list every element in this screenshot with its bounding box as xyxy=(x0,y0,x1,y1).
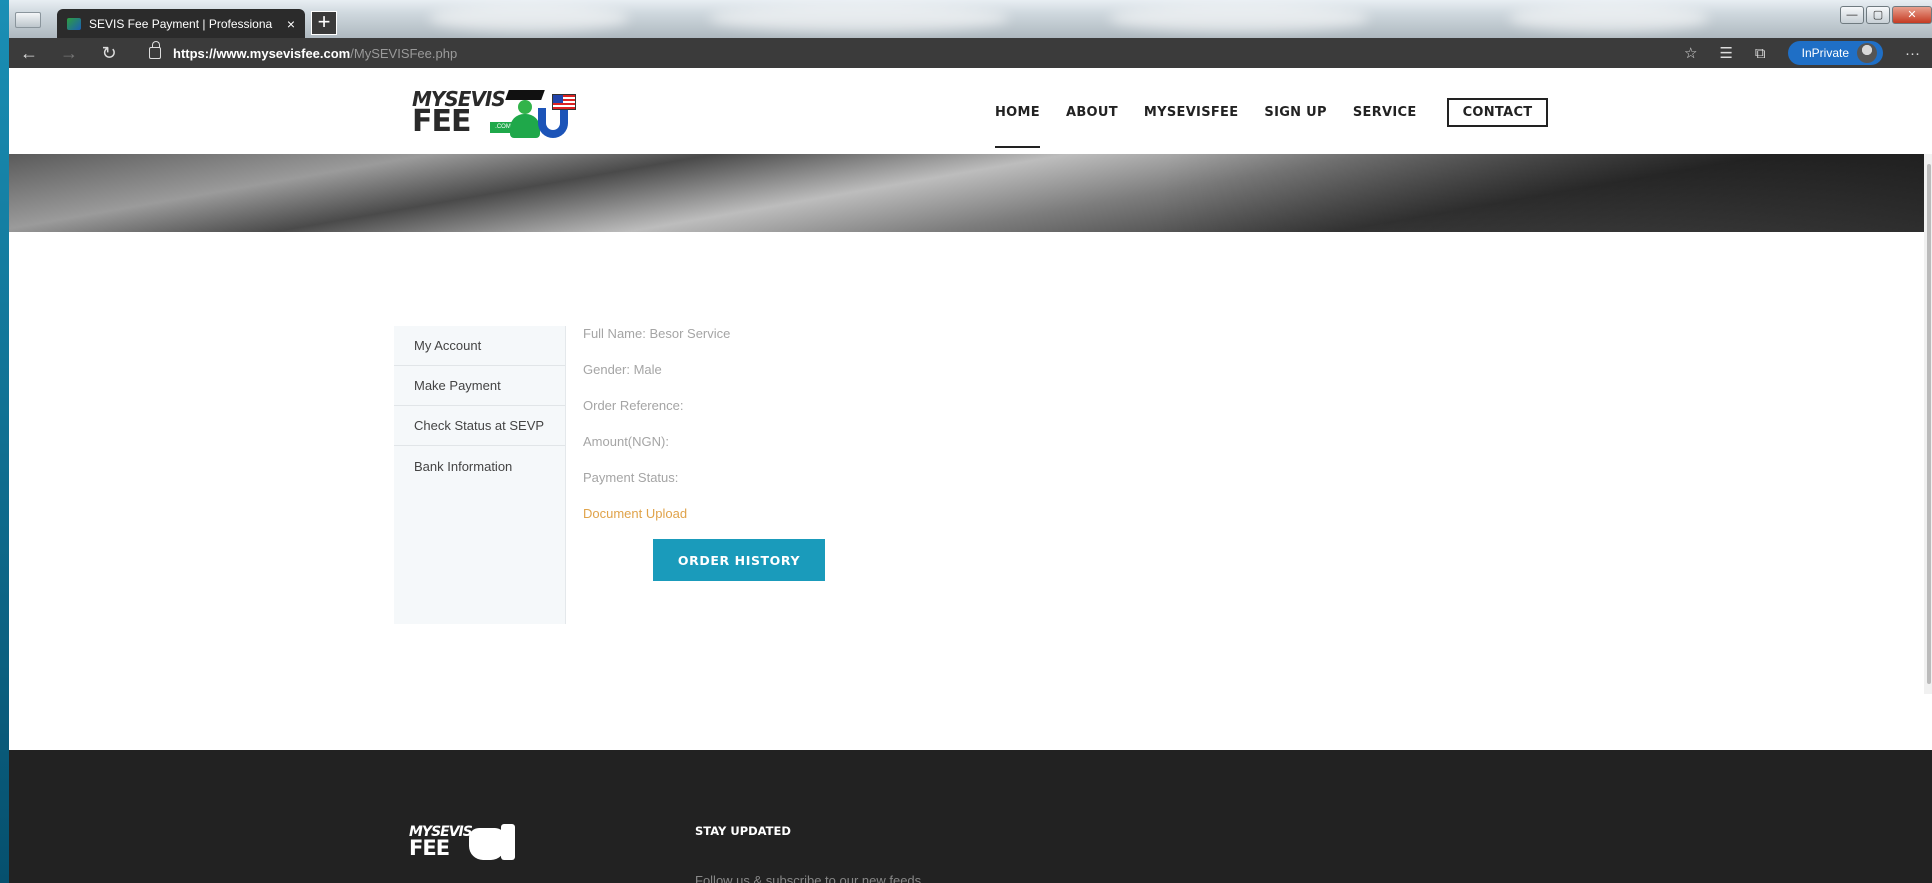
lock-icon[interactable] xyxy=(149,41,161,59)
nav-sign-up[interactable]: SIGN UP xyxy=(1264,105,1326,120)
refresh-icon[interactable]: ↻ xyxy=(89,43,129,64)
tab-close-icon[interactable]: × xyxy=(287,16,295,32)
footer-heading: STAY UPDATED xyxy=(695,824,791,838)
new-tab-button[interactable]: + xyxy=(311,11,337,35)
account-sidebar: My Account Make Payment Check Status at … xyxy=(394,326,566,624)
order-reference-text: Order Reference: xyxy=(583,398,684,413)
graduation-cap-icon xyxy=(505,90,545,100)
scrollbar-thumb[interactable] xyxy=(1927,164,1931,684)
footer-graduation-cap-icon xyxy=(501,824,515,860)
footer-logo-line-2: FEE xyxy=(409,835,450,860)
full-name-text: Full Name: Besor Service xyxy=(583,326,731,341)
page-scrollbar[interactable] xyxy=(1924,154,1932,694)
nav-mysevisfee[interactable]: MYSEVISFEE xyxy=(1144,105,1239,120)
order-history-button[interactable]: ORDER HISTORY xyxy=(653,539,825,581)
url-field[interactable]: https://www.mysevisfee.com/MySEVISFee.ph… xyxy=(173,46,457,61)
window-close-button[interactable]: ✕ xyxy=(1892,6,1932,24)
forward-arrow-icon[interactable]: → xyxy=(49,43,89,64)
document-upload-link[interactable]: Document Upload xyxy=(583,506,730,542)
page-banner xyxy=(9,154,1924,232)
inprivate-label: InPrivate xyxy=(1801,46,1849,60)
person-icon xyxy=(510,100,540,138)
account-details: Full Name: Besor Service Gender: Male Or… xyxy=(583,326,730,542)
minimize-button[interactable]: — xyxy=(1840,6,1864,24)
nav-home[interactable]: HOME xyxy=(995,105,1040,148)
site-favicon-icon xyxy=(67,17,81,30)
nav-service[interactable]: SERVICE xyxy=(1353,105,1417,120)
footer-subtext: Follow us & subscribe to our new feeds xyxy=(695,873,922,883)
site-footer: MYSEVIS FEE STAY UPDATED Follow us & sub… xyxy=(9,750,1932,883)
inprivate-badge[interactable]: InPrivate xyxy=(1787,41,1883,65)
more-menu-icon[interactable]: ··· xyxy=(1905,45,1920,62)
nav-about[interactable]: ABOUT xyxy=(1066,105,1118,120)
footer-logo-text: MYSEVIS FEE xyxy=(409,825,473,860)
url-path: /MySEVISFee.php xyxy=(350,45,458,61)
logo-j-shape xyxy=(538,108,568,138)
amount-text: Amount(NGN): xyxy=(583,434,669,449)
collections-icon[interactable]: ⧉ xyxy=(1755,45,1766,62)
sidebar-item-make-payment[interactable]: Make Payment xyxy=(394,366,565,406)
url-host: https://www.mysevisfee.com xyxy=(173,45,351,61)
sidebar-item-my-account[interactable]: My Account xyxy=(394,326,565,366)
footer-logo-emblem xyxy=(469,828,505,860)
nav-contact[interactable]: CONTACT xyxy=(1446,98,1549,127)
footer-logo[interactable]: MYSEVIS FEE xyxy=(409,824,529,868)
us-flag-icon xyxy=(552,94,576,110)
browser-tab[interactable]: SEVIS Fee Payment | Professiona × xyxy=(57,9,305,38)
desktop-edge xyxy=(0,0,9,883)
site-header: MYSEVIS FEE .COM HOME ABOUT MYSEVISFEE S… xyxy=(9,68,1932,154)
favorites-list-icon[interactable]: ☰ xyxy=(1719,44,1732,62)
window-icon xyxy=(15,12,41,28)
tab-title: SEVIS Fee Payment | Professiona xyxy=(89,16,273,31)
profile-avatar-icon xyxy=(1857,43,1877,63)
maximize-button[interactable]: ▢ xyxy=(1866,6,1890,24)
add-favorite-star-icon[interactable]: ☆ xyxy=(1684,44,1697,62)
main-nav: HOME ABOUT MYSEVISFEE SIGN UP SERVICE CO… xyxy=(995,98,1574,148)
browser-toolbar: ☆ ☰ ⧉ InPrivate ··· xyxy=(1684,41,1932,65)
browser-window: SEVIS Fee Payment | Professiona × + — ▢ … xyxy=(9,0,1932,883)
window-controls: — ▢ ✕ xyxy=(1840,6,1932,24)
back-arrow-icon[interactable]: ← xyxy=(9,43,49,64)
gender-text: Gender: Male xyxy=(583,362,662,377)
sidebar-item-bank-information[interactable]: Bank Information xyxy=(394,446,565,486)
sidebar-item-check-status[interactable]: Check Status at SEVP xyxy=(394,406,565,446)
payment-status-text: Payment Status: xyxy=(583,470,679,485)
title-bar: SEVIS Fee Payment | Professiona × + — ▢ … xyxy=(9,0,1932,38)
site-logo[interactable]: MYSEVIS FEE .COM xyxy=(412,84,582,142)
address-bar: ← → ↻ https://www.mysevisfee.com/MySEVIS… xyxy=(9,38,1932,68)
